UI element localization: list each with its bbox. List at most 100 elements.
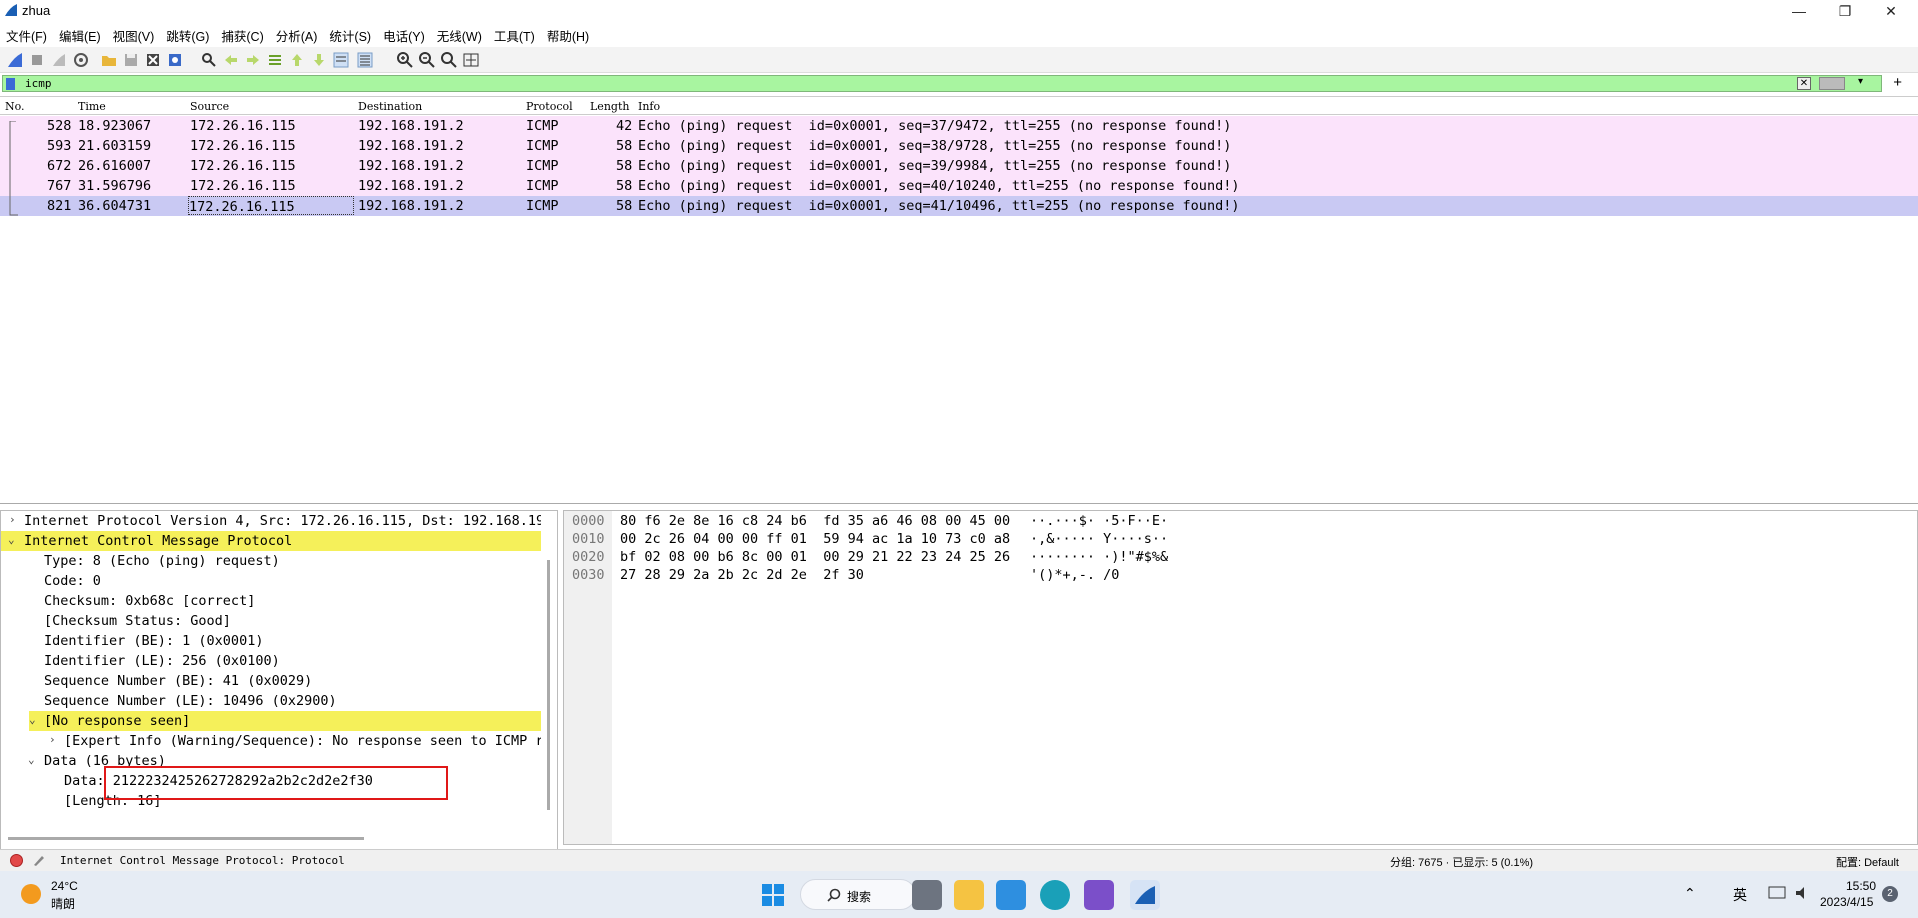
- expand-arrow-icon[interactable]: ›: [49, 733, 56, 746]
- packet-info: Echo (ping) request id=0x0001, seq=38/97…: [638, 138, 1232, 154]
- packet-row[interactable]: 767 31.596796 172.26.16.115 192.168.191.…: [0, 176, 1918, 196]
- collapse-arrow-icon[interactable]: ⌄: [28, 753, 35, 766]
- zoom-out-icon[interactable]: [418, 51, 436, 69]
- packet-row[interactable]: 672 26.616007 172.26.16.115 192.168.191.…: [0, 156, 1918, 176]
- go-forward-icon[interactable]: [244, 51, 262, 69]
- resize-columns-icon[interactable]: [462, 51, 480, 69]
- col-length-header[interactable]: Length: [590, 100, 629, 113]
- detail-row[interactable]: [Checksum Status: Good]: [1, 611, 541, 631]
- go-to-packet-icon[interactable]: [266, 51, 284, 69]
- menu-go[interactable]: 跳转(G): [160, 22, 215, 49]
- menu-statistics[interactable]: 统计(S): [323, 22, 377, 49]
- restore-button[interactable]: ❐: [1822, 0, 1868, 22]
- capture-options-icon[interactable]: [72, 51, 90, 69]
- edit-comment-icon[interactable]: [32, 853, 46, 867]
- detail-row-expert-info[interactable]: › [Expert Info (Warning/Sequence): No res…: [1, 731, 541, 751]
- save-file-icon[interactable]: [122, 51, 140, 69]
- detail-row-ipv4[interactable]: › Internet Protocol Version 4, Src: 172.2…: [1, 511, 541, 531]
- close-button[interactable]: ✕: [1868, 0, 1914, 22]
- byte-ascii[interactable]: ········ ·)!"#$%&: [1030, 549, 1168, 565]
- clear-filter-icon[interactable]: ✕: [1797, 77, 1811, 90]
- detail-row[interactable]: Code: 0: [1, 571, 541, 591]
- col-source-header[interactable]: Source: [190, 100, 229, 113]
- start-button-icon[interactable]: [762, 884, 784, 906]
- menu-file[interactable]: 文件(F): [0, 22, 53, 49]
- show-hidden-icons-icon[interactable]: ⌃: [1684, 885, 1696, 902]
- taskbar-search[interactable]: 搜索: [800, 879, 916, 910]
- byte-hex[interactable]: 27 28 29 2a 2b 2c 2d 2e 2f 30: [620, 567, 864, 583]
- colorize-icon[interactable]: [356, 51, 374, 69]
- volume-icon[interactable]: [1794, 885, 1812, 901]
- menu-tools[interactable]: 工具(T): [488, 22, 541, 49]
- apply-filter-icon[interactable]: [1819, 77, 1845, 90]
- clock-time[interactable]: 15:50: [1846, 879, 1876, 893]
- bookmark-icon[interactable]: [6, 78, 15, 90]
- byte-hex[interactable]: 00 2c 26 04 00 00 ff 01 59 94 ac 1a 10 7…: [620, 531, 1010, 547]
- file-explorer-icon[interactable]: [954, 880, 984, 910]
- packet-row[interactable]: 593 21.603159 172.26.16.115 192.168.191.…: [0, 136, 1918, 156]
- packet-row-selected[interactable]: 821 36.604731 172.26.16.115 192.168.191.…: [0, 196, 1918, 216]
- detail-row-no-response[interactable]: ⌄ [No response seen]: [29, 711, 541, 731]
- detail-row[interactable]: Identifier (BE): 1 (0x0001): [1, 631, 541, 651]
- restart-capture-icon[interactable]: [50, 51, 68, 69]
- byte-ascii[interactable]: ·,&····· Y····s··: [1030, 531, 1168, 547]
- minimize-button[interactable]: —: [1776, 0, 1822, 22]
- task-view-icon[interactable]: [912, 880, 942, 910]
- wireshark-taskbar-icon[interactable]: [1130, 880, 1160, 910]
- zoom-in-icon[interactable]: [396, 51, 414, 69]
- edge-browser-icon[interactable]: [1040, 880, 1070, 910]
- col-time-header[interactable]: Time: [78, 100, 106, 113]
- detail-row[interactable]: Sequence Number (BE): 41 (0x0029): [1, 671, 541, 691]
- packet-row[interactable]: 528 18.923067 172.26.16.115 192.168.191.…: [0, 116, 1918, 136]
- microsoft-store-icon[interactable]: [996, 880, 1026, 910]
- details-horizontal-scrollbar[interactable]: [8, 837, 364, 840]
- close-file-icon[interactable]: [144, 51, 162, 69]
- menu-edit[interactable]: 编辑(E): [53, 22, 107, 49]
- menu-capture[interactable]: 捕获(C): [215, 22, 269, 49]
- detail-row-icmp[interactable]: ⌄ Internet Control Message Protocol: [1, 531, 541, 551]
- visual-studio-icon[interactable]: [1084, 880, 1114, 910]
- normal-size-icon[interactable]: [440, 51, 458, 69]
- display-filter-input[interactable]: icmp ✕ ▾: [2, 75, 1882, 92]
- col-no-header[interactable]: No.: [5, 100, 25, 113]
- col-info-header[interactable]: Info: [638, 100, 660, 113]
- open-file-icon[interactable]: [100, 51, 118, 69]
- byte-hex[interactable]: bf 02 08 00 b6 8c 00 01 00 29 21 22 23 2…: [620, 549, 1010, 565]
- detail-row[interactable]: Sequence Number (LE): 10496 (0x2900): [1, 691, 541, 711]
- menu-wireless[interactable]: 无线(W): [431, 22, 488, 49]
- byte-hex[interactable]: 80 f6 2e 8e 16 c8 24 b6 fd 35 a6 46 08 0…: [620, 513, 1010, 529]
- filter-history-dropdown-icon[interactable]: ▾: [1858, 76, 1863, 87]
- byte-ascii[interactable]: '()*+,-. /0: [1030, 567, 1119, 583]
- status-profile[interactable]: 配置: Default: [1836, 854, 1899, 870]
- byte-ascii[interactable]: ··.···$· ·5·F··E·: [1030, 513, 1168, 529]
- auto-scroll-icon[interactable]: [332, 51, 350, 69]
- ime-indicator[interactable]: 英: [1733, 885, 1747, 905]
- menu-help[interactable]: 帮助(H): [541, 22, 595, 49]
- col-protocol-header[interactable]: Protocol: [526, 100, 573, 113]
- menu-analyze[interactable]: 分析(A): [270, 22, 324, 49]
- col-destination-header[interactable]: Destination: [358, 100, 422, 113]
- expand-arrow-icon[interactable]: ›: [9, 513, 16, 526]
- first-packet-icon[interactable]: [288, 51, 306, 69]
- collapse-arrow-icon[interactable]: ⌄: [8, 533, 15, 546]
- reload-file-icon[interactable]: [166, 51, 184, 69]
- detail-row[interactable]: Type: 8 (Echo (ping) request): [1, 551, 541, 571]
- expert-info-icon[interactable]: [10, 854, 23, 867]
- menu-view[interactable]: 视图(V): [107, 22, 161, 49]
- weather-sun-icon[interactable]: [20, 883, 42, 905]
- window-title: zhua: [22, 3, 51, 18]
- stop-capture-icon[interactable]: [28, 51, 46, 69]
- menu-telephony[interactable]: 电话(Y): [377, 22, 431, 49]
- network-icon[interactable]: [1768, 885, 1786, 901]
- last-packet-icon[interactable]: [310, 51, 328, 69]
- find-packet-icon[interactable]: [200, 51, 218, 69]
- detail-row[interactable]: Identifier (LE): 256 (0x0100): [1, 651, 541, 671]
- notification-badge[interactable]: 2: [1882, 886, 1898, 902]
- detail-row[interactable]: Checksum: 0xb68c [correct]: [1, 591, 541, 611]
- details-vertical-scrollbar[interactable]: [547, 560, 550, 810]
- go-back-icon[interactable]: [222, 51, 240, 69]
- clock-date[interactable]: 2023/4/15: [1820, 895, 1873, 909]
- add-filter-button[interactable]: +: [1893, 74, 1902, 91]
- start-capture-icon[interactable]: [6, 51, 24, 69]
- collapse-arrow-icon[interactable]: ⌄: [29, 713, 36, 726]
